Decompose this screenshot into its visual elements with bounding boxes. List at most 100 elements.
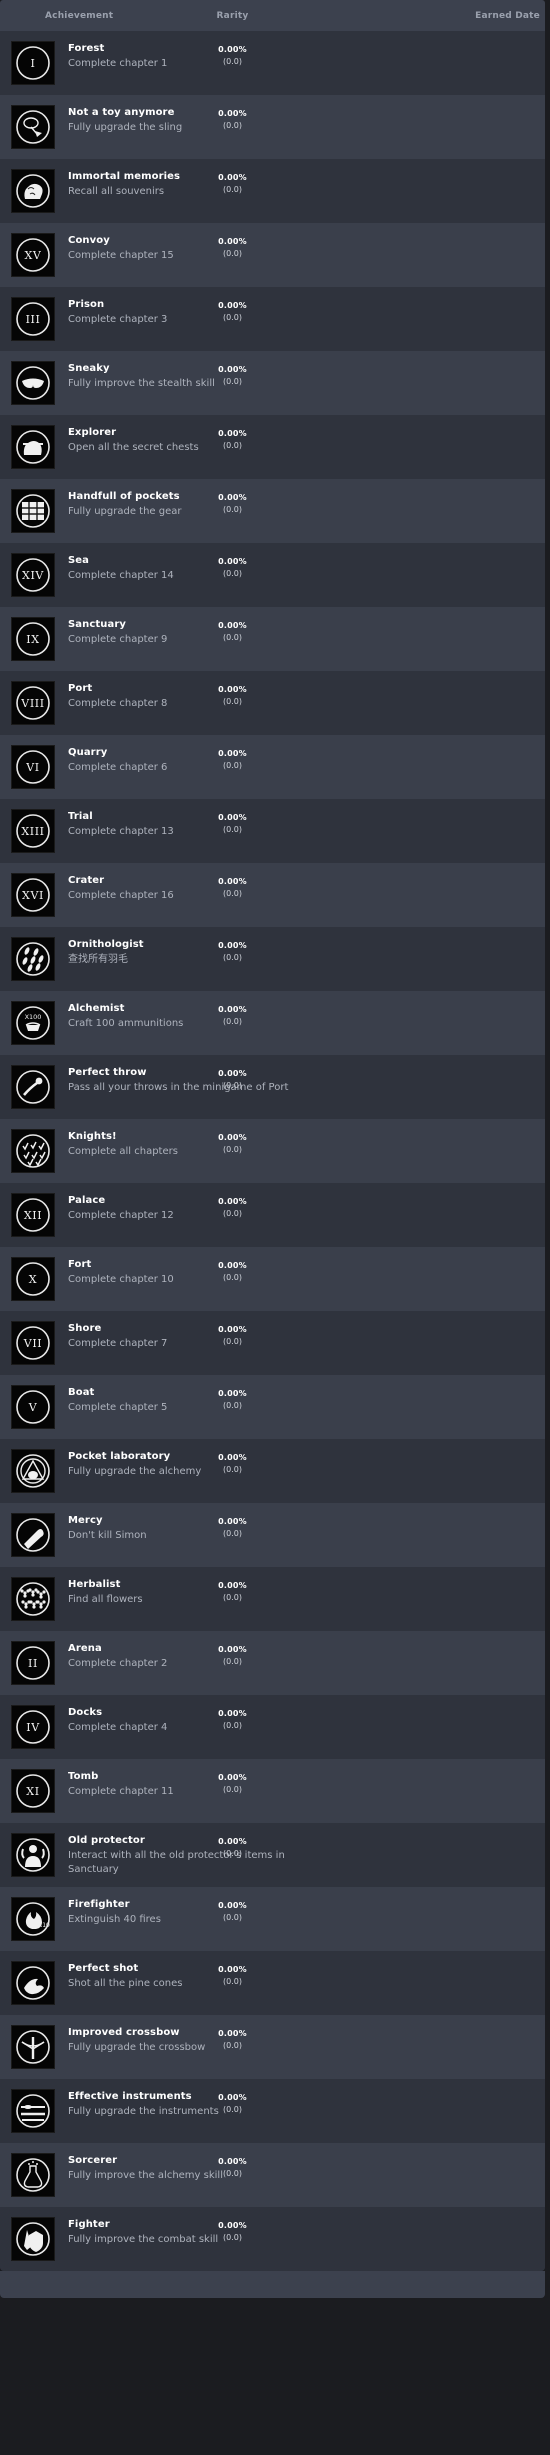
rarity-cell: 0.00% (0.0) — [175, 1388, 290, 1412]
achievement-row[interactable]: VII Shore Complete chapter 7 0.00% (0.0) — [0, 1311, 545, 1375]
rarity-cell: 0.00% (0.0) — [175, 812, 290, 836]
rarity-count: (0.0) — [223, 1209, 242, 1218]
rarity-count: (0.0) — [223, 1785, 242, 1794]
protector-figure-icon — [12, 1834, 54, 1876]
achievement-icon-cell — [11, 1833, 55, 1877]
rarity-count: (0.0) — [223, 1657, 242, 1666]
achievement-row[interactable]: XIV Sea Complete chapter 14 0.00% (0.0) — [0, 543, 545, 607]
column-header-achievement: Achievement — [45, 10, 114, 21]
explorer-head-icon — [12, 426, 54, 468]
rarity-cell: 0.00% (0.0) — [175, 684, 290, 708]
achievement-row[interactable]: II Arena Complete chapter 2 0.00% (0.0) — [0, 1631, 545, 1695]
rarity-count: (0.0) — [223, 1401, 242, 1410]
rarity-cell: 0.00% (0.0) — [175, 1580, 290, 1604]
achievement-row[interactable]: Not a toy anymore Fully upgrade the sling… — [0, 95, 545, 159]
achievement-row[interactable]: XVI Crater Complete chapter 16 0.00% (0.0) — [0, 863, 545, 927]
roman-numeral-xiii-icon: XIII — [12, 810, 54, 852]
achievement-row[interactable]: Old protector Interact with all the old p… — [0, 1823, 545, 1887]
roman-numeral-xiv-icon: XIV — [12, 554, 54, 596]
rarity-percent: 0.00% — [218, 1965, 247, 1974]
achievement-row[interactable]: XI Tomb Complete chapter 11 0.00% (0.0) — [0, 1759, 545, 1823]
svg-text:III: III — [26, 313, 41, 326]
rarity-cell: 0.00% (0.0) — [175, 1452, 290, 1476]
rarity-count: (0.0) — [223, 633, 242, 642]
achievement-row[interactable]: Explorer Open all the secret chests 0.00%(… — [0, 415, 545, 479]
rarity-percent: 0.00% — [218, 1133, 247, 1142]
rarity-percent: 0.00% — [218, 2029, 247, 2038]
achievement-row[interactable]: IV Docks Complete chapter 4 0.00% (0.0) — [0, 1695, 545, 1759]
rarity-percent: 0.00% — [218, 1709, 247, 1718]
rarity-count: (0.0) — [223, 57, 242, 66]
rarity-cell: 0.00% (0.0) — [175, 1964, 290, 1988]
svg-text:VII: VII — [23, 1337, 42, 1350]
rarity-percent: 0.00% — [218, 1325, 247, 1334]
rarity-count: (0.0) — [223, 825, 242, 834]
achievement-row[interactable]: XII Palace Complete chapter 12 0.00% (0.0) — [0, 1183, 545, 1247]
roman-numeral-iv-icon: IV — [12, 1706, 54, 1748]
svg-text:II: II — [28, 1657, 38, 1670]
achievement-row[interactable]: Perfect throw Pass all your throws in the… — [0, 1055, 545, 1119]
rarity-count: (0.0) — [223, 1977, 242, 1986]
rarity-cell: 0.00% (0.0) — [175, 2156, 290, 2180]
roman-numeral-i-icon: I — [12, 42, 54, 84]
rarity-cell: 0.00% (0.0) — [175, 940, 290, 964]
achievement-row[interactable]: X100 Alchemist Craft 100 ammunitions 0.00%(… — [0, 991, 545, 1055]
achievement-row[interactable]: Sneaky Fully improve the stealth skill 0.0… — [0, 351, 545, 415]
achievement-icon-cell — [11, 1449, 55, 1493]
roman-numeral-ix-icon: IX — [12, 618, 54, 660]
achievement-row[interactable]: III Prison Complete chapter 3 0.00% (0.0) — [0, 287, 545, 351]
achievement-row[interactable]: X10 Firefighter Extinguish 40 fires 0.00% (0… — [0, 1887, 545, 1951]
achievement-row[interactable]: Knights! Complete all chapters 0.00% (0.0) — [0, 1119, 545, 1183]
rarity-count: (0.0) — [223, 249, 242, 258]
achievement-icon-cell — [11, 2089, 55, 2133]
rarity-percent: 0.00% — [218, 1261, 247, 1270]
rarity-cell: 0.00% (0.0) — [175, 876, 290, 900]
achievement-row[interactable]: Effective instruments Fully upgrade the i… — [0, 2079, 545, 2143]
achievement-row[interactable]: Handfull of pockets Fully upgrade the gea… — [0, 479, 545, 543]
rarity-percent: 0.00% — [218, 621, 247, 630]
rarity-percent: 0.00% — [218, 109, 247, 118]
rarity-cell: 0.00% (0.0) — [175, 1708, 290, 1732]
rarity-percent: 0.00% — [218, 1069, 247, 1078]
achievement-icon-cell — [11, 361, 55, 405]
achievement-row[interactable]: Immortal memories Recall all souvenirs 0.0… — [0, 159, 545, 223]
rarity-cell: 0.00% (0.0) — [175, 300, 290, 324]
rarity-cell: 0.00% (0.0) — [175, 1900, 290, 1924]
rarity-percent: 0.00% — [218, 173, 247, 182]
table-header: Achievement Rarity Earned Date — [0, 0, 545, 31]
table-footer — [0, 2271, 545, 2298]
achievement-row[interactable]: Herbalist Find all flowers 0.00% (0.0) — [0, 1567, 545, 1631]
crossbow-icon — [12, 2026, 54, 2068]
achievement-row[interactable]: IX Sanctuary Complete chapter 9 0.00% (0.0) — [0, 607, 545, 671]
achievement-row[interactable]: Perfect shot Shot all the pine cones 0.00%… — [0, 1951, 545, 2015]
rarity-count: (0.0) — [223, 1465, 242, 1474]
achievement-row[interactable]: VIII Port Complete chapter 8 0.00% (0.0) — [0, 671, 545, 735]
roman-numeral-vii-icon: VII — [12, 1322, 54, 1364]
achievement-row[interactable]: I Forest Complete chapter 1 0.00% (0.0) — [0, 31, 545, 95]
feathers-icon — [12, 938, 54, 980]
achievement-icon-cell — [11, 1065, 55, 1109]
rarity-cell: 0.00% (0.0) — [175, 236, 290, 260]
rarity-percent: 0.00% — [218, 557, 247, 566]
achievement-row[interactable]: XIII Trial Complete chapter 13 0.00% (0.0) — [0, 799, 545, 863]
achievement-row[interactable]: V Boat Complete chapter 5 0.00% (0.0) — [0, 1375, 545, 1439]
rarity-count: (0.0) — [223, 1145, 242, 1154]
club-weapon-icon — [12, 1514, 54, 1556]
achievement-icon-cell — [11, 1961, 55, 2005]
achievement-row[interactable]: X Fort Complete chapter 10 0.00% (0.0) — [0, 1247, 545, 1311]
rarity-count: (0.0) — [223, 1721, 242, 1730]
throwing-arm-icon — [12, 1066, 54, 1108]
roman-numeral-vi-icon: VI — [12, 746, 54, 788]
achievement-row[interactable]: Fighter Fully improve the combat skill 0.0… — [0, 2207, 545, 2271]
rarity-count: (0.0) — [223, 1081, 242, 1090]
achievement-row[interactable]: Pocket laboratory Fully upgrade the alche… — [0, 1439, 545, 1503]
achievement-icon-cell: V — [11, 1385, 55, 1429]
achievement-row[interactable]: XV Convoy Complete chapter 15 0.00% (0.0) — [0, 223, 545, 287]
achievement-icon-cell — [11, 1513, 55, 1557]
achievement-row[interactable]: Ornithologist 查找所有羽毛 0.00% (0.0) — [0, 927, 545, 991]
achievement-row[interactable]: VI Quarry Complete chapter 6 0.00% (0.0) — [0, 735, 545, 799]
achievement-row[interactable]: Mercy Don't kill Simon 0.00% (0.0) — [0, 1503, 545, 1567]
achievement-row[interactable]: Sorcerer Fully improve the alchemy skill 0… — [0, 2143, 545, 2207]
achievement-icon-cell: II — [11, 1641, 55, 1685]
achievement-row[interactable]: Improved crossbow Fully upgrade the cross… — [0, 2015, 545, 2079]
